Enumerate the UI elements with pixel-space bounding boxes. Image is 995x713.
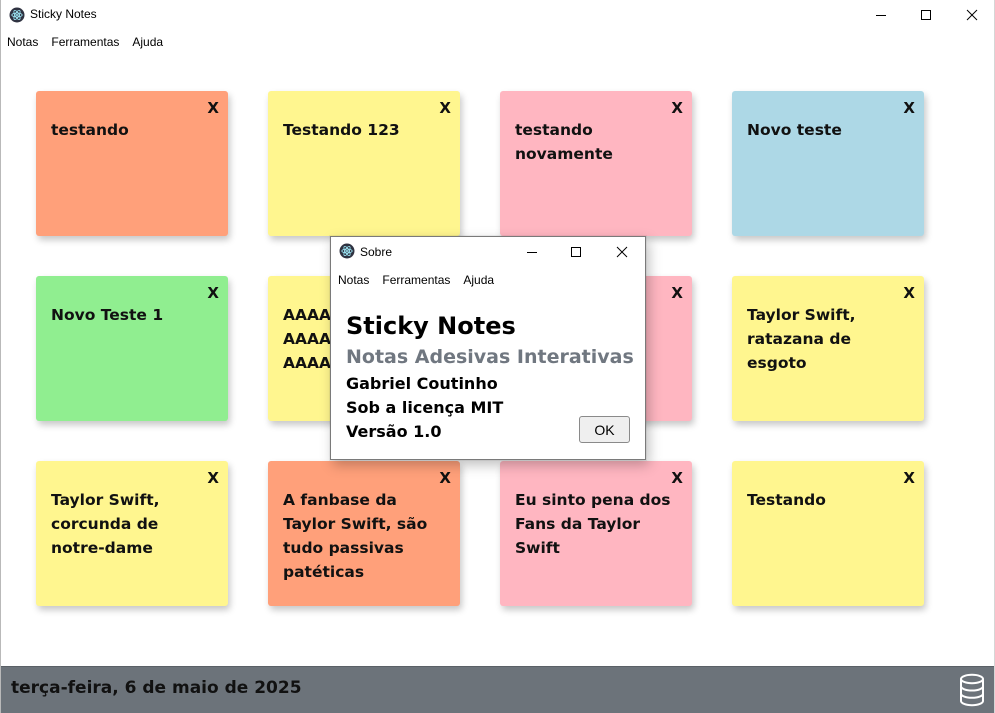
current-date: terça-feira, 6 de maio de 2025 (11, 678, 302, 698)
sticky-note[interactable]: X Testando 123 (268, 91, 460, 236)
note-close-button[interactable]: X (207, 469, 219, 487)
note-text[interactable]: Eu sinto pena dos Fans da Taylor Swift (515, 488, 680, 560)
note-text[interactable]: A fanbase da Taylor Swift, são tudo pass… (283, 488, 448, 584)
maximize-icon (571, 247, 581, 257)
sticky-note[interactable]: X Eu sinto pena dos Fans da Taylor Swift (500, 461, 692, 606)
sticky-note[interactable]: X Taylor Swift, ratazana de esgoto (732, 276, 924, 421)
about-version: Versão 1.0 (346, 422, 442, 441)
note-close-button[interactable]: X (671, 469, 683, 487)
electron-atom-icon (9, 7, 25, 23)
dialog-menu-ajuda[interactable]: Ajuda (456, 273, 500, 287)
dialog-close-button[interactable] (599, 237, 645, 267)
sticky-note[interactable]: X Novo Teste 1 (36, 276, 228, 421)
note-close-button[interactable]: X (671, 99, 683, 117)
title-bar: Sticky Notes (0, 0, 995, 30)
electron-atom-icon (339, 243, 355, 259)
note-close-button[interactable]: X (207, 99, 219, 117)
note-text[interactable]: Testando (747, 488, 912, 512)
dialog-maximize-button[interactable] (553, 237, 599, 267)
close-icon (616, 246, 628, 258)
menu-ajuda[interactable]: Ajuda (125, 33, 169, 53)
maximize-button[interactable] (903, 0, 949, 30)
note-text[interactable]: Novo Teste 1 (51, 303, 216, 327)
dialog-title-bar: Sobre (331, 237, 645, 267)
note-text[interactable]: Testando 123 (283, 118, 448, 142)
dialog-minimize-button[interactable] (509, 237, 555, 267)
sticky-note[interactable]: X testando (36, 91, 228, 236)
note-close-button[interactable]: X (439, 99, 451, 117)
minimize-icon (527, 252, 537, 253)
dialog-menu-ferramentas[interactable]: Ferramentas (375, 273, 456, 287)
dialog-menu-bar: Notas Ferramentas Ajuda (331, 273, 500, 287)
note-close-button[interactable]: X (903, 284, 915, 302)
about-dialog: Sobre Notas Ferramentas Ajuda Sticky Not… (330, 236, 646, 460)
about-author: Gabriel Coutinho (346, 374, 498, 393)
about-license: Sob a licença MIT (346, 398, 504, 417)
menu-ferramentas[interactable]: Ferramentas (44, 33, 125, 53)
note-text[interactable]: Taylor Swift, ratazana de esgoto (747, 303, 912, 375)
status-bar: terça-feira, 6 de maio de 2025 (0, 666, 995, 713)
note-close-button[interactable]: X (903, 99, 915, 117)
about-heading: Sticky Notes (346, 312, 516, 340)
dialog-menu-notas[interactable]: Notas (331, 273, 375, 287)
sticky-note[interactable]: X A fanbase da Taylor Swift, são tudo pa… (268, 461, 460, 606)
minimize-button[interactable] (858, 0, 904, 30)
note-close-button[interactable]: X (207, 284, 219, 302)
close-button[interactable] (949, 0, 995, 30)
menu-notas[interactable]: Notas (0, 33, 44, 53)
note-text[interactable]: testando (51, 118, 216, 142)
sticky-note[interactable]: X Testando (732, 461, 924, 606)
window-title: Sticky Notes (30, 7, 97, 21)
note-close-button[interactable]: X (903, 469, 915, 487)
menu-bar: Notas Ferramentas Ajuda (0, 33, 169, 53)
note-close-button[interactable]: X (439, 469, 451, 487)
note-text[interactable]: testando novamente (515, 118, 680, 166)
about-subtitle: Notas Adesivas Interativas (346, 346, 634, 368)
sticky-note[interactable]: X Taylor Swift, corcunda de notre-dame (36, 461, 228, 606)
note-text[interactable]: Taylor Swift, corcunda de notre-dame (51, 488, 216, 560)
maximize-icon (921, 10, 931, 20)
note-close-button[interactable]: X (671, 284, 683, 302)
close-icon (966, 9, 978, 21)
dialog-title: Sobre (360, 245, 393, 259)
database-icon[interactable] (959, 673, 985, 707)
sticky-note[interactable]: X Novo teste (732, 91, 924, 236)
minimize-icon (876, 15, 886, 16)
ok-button[interactable]: OK (579, 416, 630, 443)
sticky-note[interactable]: X testando novamente (500, 91, 692, 236)
note-text[interactable]: Novo teste (747, 118, 912, 142)
